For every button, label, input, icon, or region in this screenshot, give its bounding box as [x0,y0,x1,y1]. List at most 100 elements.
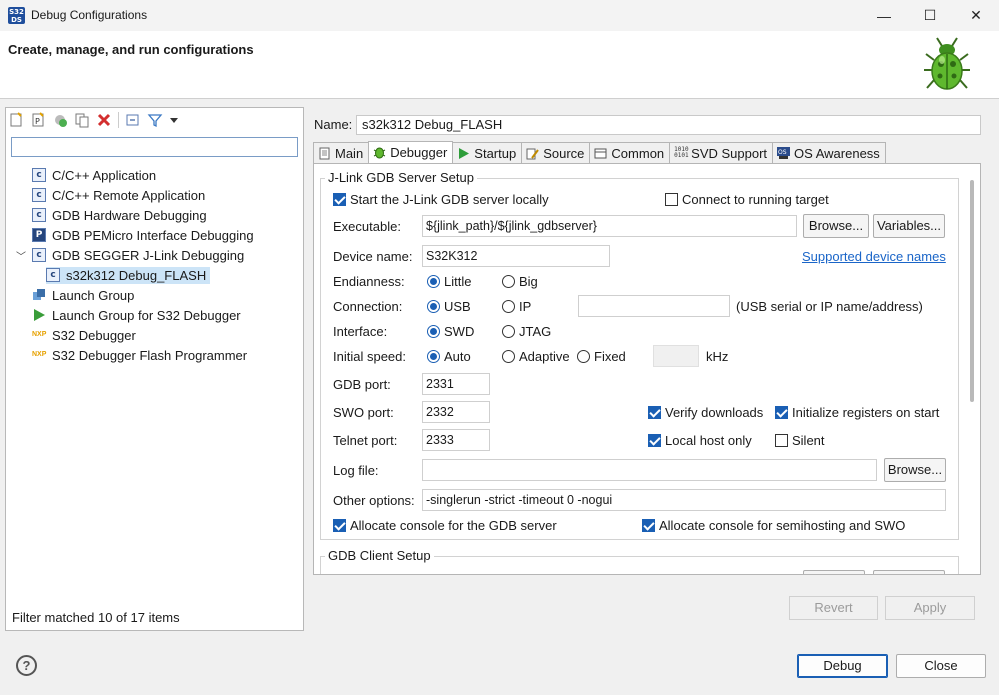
speed-auto-radio[interactable]: Auto [427,349,471,364]
speed-adaptive-radio[interactable]: Adaptive [502,349,570,364]
tab-source[interactable]: Source [521,142,591,163]
checkbox-label: Start the J-Link GDB server locally [350,192,549,207]
start-server-locally-checkbox[interactable]: Start the J-Link GDB server locally [333,192,549,207]
alloc-gdb-console-checkbox[interactable]: Allocate console for the GDB server [333,518,557,533]
tab-os-awareness[interactable]: OS OS Awareness [772,142,886,163]
radio-label: Little [444,274,472,289]
local-host-only-checkbox[interactable]: Local host only [648,433,752,448]
endianness-big-radio[interactable]: Big [502,274,538,289]
tree-item-s32-flash-programmer[interactable]: NXP S32 Debugger Flash Programmer [14,345,300,365]
maximize-button[interactable]: ☐ [907,0,953,31]
close-window-button[interactable]: ✕ [953,0,999,31]
supported-devices-link[interactable]: Supported device names [802,249,946,264]
tab-debugger[interactable]: Debugger [368,141,454,163]
toolbar-separator [118,112,119,128]
executable-label: Executable: [333,219,401,234]
common-tab-icon [594,147,607,160]
tab-svd-support[interactable]: 1010 0101 SVD Support [669,142,774,163]
client-variables-button-partial[interactable] [873,570,945,574]
radio-unselected [502,275,515,288]
verify-downloads-checkbox[interactable]: Verify downloads [648,405,763,420]
config-tabs: Main Debugger Startup Source Common 1010… [313,141,886,163]
checkbox-label: Connect to running target [682,192,829,207]
radio-selected [427,350,440,363]
silent-checkbox[interactable]: Silent [775,433,825,448]
tree-item-label: S32 Debugger [52,327,136,343]
telnet-port-input[interactable]: 2333 [422,429,490,451]
device-name-input[interactable]: S32K312 [422,245,610,267]
checkbox-checked [333,519,346,532]
dialog-header: Create, manage, and run configurations [0,31,999,99]
other-options-input[interactable]: -singlerun -strict -timeout 0 -nogui [422,489,946,511]
apply-button[interactable]: Apply [885,596,975,620]
tab-startup[interactable]: Startup [452,142,523,163]
executable-browse-button[interactable]: Browse... [803,214,869,238]
endianness-little-radio[interactable]: Little [427,274,471,289]
connect-running-target-checkbox[interactable]: Connect to running target [665,192,829,207]
executable-input[interactable]: ${jlink_path}/${jlink_gdbserver} [422,215,797,237]
swo-port-label: SWO port: [333,405,394,420]
filter-icon[interactable] [147,112,163,128]
tree-item-s32-debugger[interactable]: NXP S32 Debugger [14,325,300,345]
tree-item-gdb-hardware-debugging[interactable]: c GDB Hardware Debugging [14,205,300,225]
tree-item-label: GDB SEGGER J-Link Debugging [52,247,245,263]
tab-label: Common [611,145,665,161]
tab-common[interactable]: Common [589,142,671,163]
endianness-label: Endianness: [333,274,405,289]
alloc-semihosting-checkbox[interactable]: Allocate console for semihosting and SWO [642,518,905,533]
interface-jtag-radio[interactable]: JTAG [502,324,551,339]
close-button[interactable]: Close [896,654,986,678]
duplicate-icon[interactable] [74,112,90,128]
tree-item-gdb-pemicro[interactable]: P GDB PEMicro Interface Debugging [14,225,300,245]
tree-item-label: Launch Group [52,287,135,303]
connection-address-input[interactable] [578,295,730,317]
interface-swd-radio[interactable]: SWD [427,324,474,339]
radio-unselected [502,325,515,338]
radio-unselected [577,350,590,363]
log-file-label: Log file: [333,463,379,478]
variables-button[interactable]: Variables... [873,214,945,238]
export-config-icon[interactable] [52,112,68,128]
tree-item-label: GDB PEMicro Interface Debugging [52,227,254,243]
connection-usb-radio[interactable]: USB [427,299,471,314]
tab-label: Source [543,145,585,161]
new-prototype-icon[interactable]: P [30,112,46,128]
tree-toolbar: P [8,111,185,129]
header-title: Create, manage, and run configurations [8,42,254,57]
tree-item-c-application[interactable]: c C/C++ Application [14,165,300,185]
debug-button[interactable]: Debug [797,654,888,678]
name-label: Name: [314,117,353,132]
new-config-icon[interactable] [8,112,24,128]
maximize-icon: ☐ [923,7,937,23]
vertical-scrollbar[interactable] [970,180,974,402]
tree-item-launch-group-s32[interactable]: Launch Group for S32 Debugger [14,305,300,325]
tree-item-label: C/C++ Remote Application [52,187,206,203]
log-file-browse-button[interactable]: Browse... [884,458,946,482]
tree-item-c-remote-application[interactable]: c C/C++ Remote Application [14,185,300,205]
log-file-input[interactable] [422,459,877,481]
connection-ip-radio[interactable]: IP [502,299,531,314]
init-registers-checkbox[interactable]: Initialize registers on start [775,405,939,420]
swo-port-input[interactable]: 2332 [422,401,490,423]
device-name-label: Device name: [333,249,413,264]
gdb-client-group-title: GDB Client Setup [325,548,434,563]
speed-fixed-radio[interactable]: Fixed [577,349,626,364]
tree-item-s32k312-debug-flash[interactable]: c s32k312 Debug_FLASH [14,265,300,285]
filter-input[interactable] [11,137,298,157]
help-icon[interactable]: ? [16,655,37,676]
radio-label: JTAG [519,324,552,339]
s32ds-app-icon: S32 DS [8,7,25,24]
collapse-all-icon[interactable] [125,112,141,128]
chevron-down-icon[interactable]: ﹀ [16,248,32,263]
chevron-down-icon[interactable] [169,112,185,128]
revert-button[interactable]: Revert [789,596,878,620]
delete-icon[interactable] [96,112,112,128]
client-browse-button-partial[interactable] [803,570,865,574]
config-name-input[interactable]: s32k312 Debug_FLASH [356,115,981,135]
tab-main[interactable]: Main [313,142,370,163]
gdb-port-input[interactable]: 2331 [422,373,490,395]
tree-item-gdb-segger-jlink[interactable]: ﹀ c GDB SEGGER J-Link Debugging [14,245,300,265]
radio-label: Big [519,274,538,289]
tree-item-launch-group[interactable]: Launch Group [14,285,300,305]
minimize-button[interactable]: — [861,0,907,31]
